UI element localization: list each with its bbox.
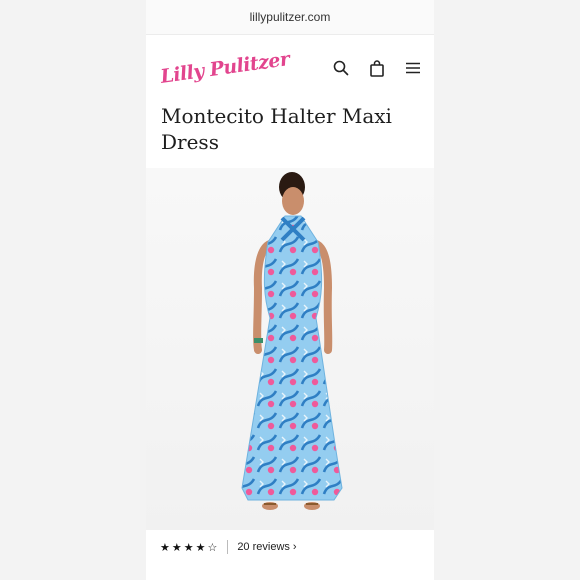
product-title: Montecito Halter Maxi Dress bbox=[161, 104, 392, 154]
site-header: Lilly Pulitzer bbox=[146, 35, 434, 101]
bag-icon[interactable] bbox=[368, 59, 386, 77]
rating-row: ★★★★☆ 20 reviews › bbox=[146, 530, 434, 564]
face bbox=[282, 187, 304, 215]
address-bar[interactable]: lillypulitzer.com bbox=[146, 0, 434, 35]
url-text: lillypulitzer.com bbox=[249, 10, 331, 24]
divider bbox=[227, 540, 229, 554]
menu-icon[interactable] bbox=[404, 59, 422, 77]
reviews-link[interactable]: 20 reviews bbox=[237, 541, 290, 553]
search-icon[interactable] bbox=[332, 59, 350, 77]
header-actions bbox=[332, 59, 422, 77]
mobile-page: lillypulitzer.com Lilly Pulitzer Monteci… bbox=[146, 0, 434, 580]
product-image[interactable] bbox=[146, 168, 434, 530]
rating-stars: ★★★★☆ bbox=[160, 541, 220, 554]
brand-logo[interactable]: Lilly Pulitzer bbox=[159, 48, 291, 88]
chevron-right-icon: › bbox=[292, 541, 297, 553]
